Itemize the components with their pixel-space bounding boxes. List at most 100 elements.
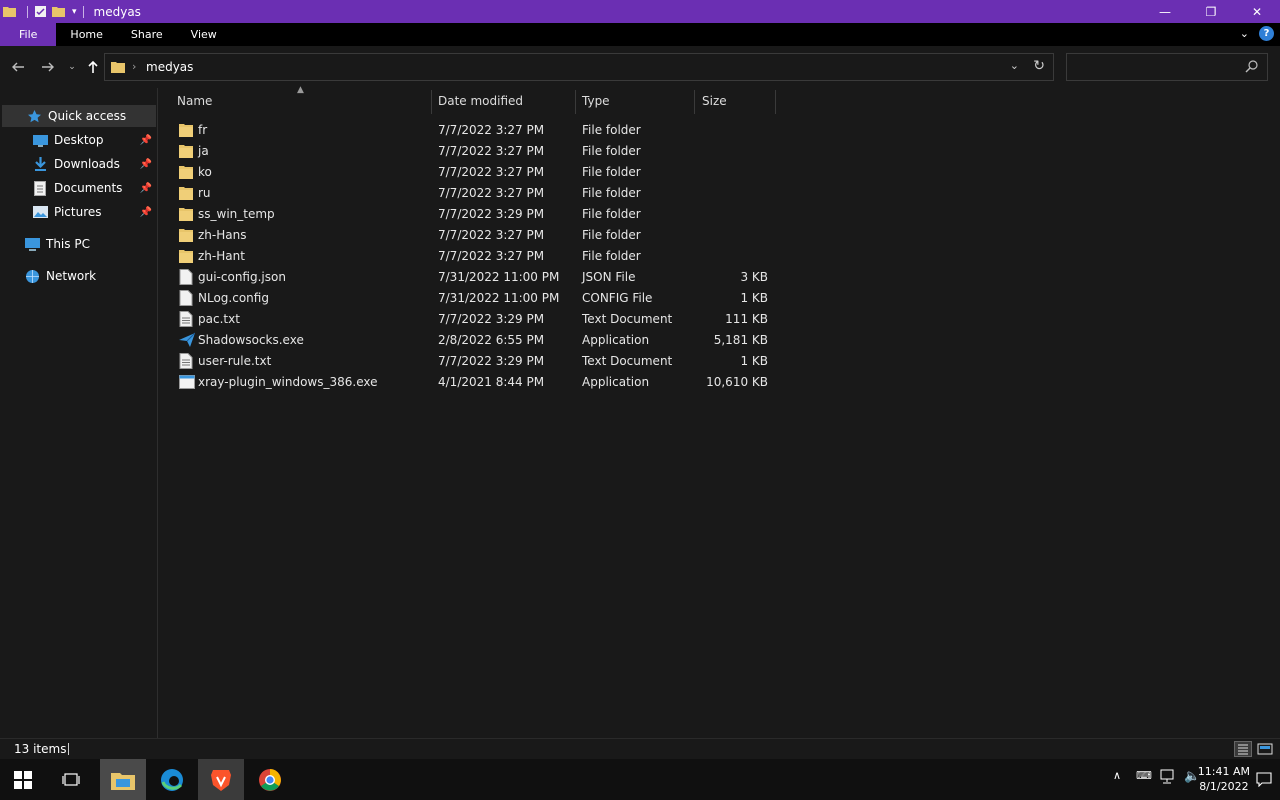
folder-icon (179, 185, 193, 201)
file-row[interactable]: gui-config.json 7/31/2022 11:00 PM JSON Fi… (171, 267, 771, 288)
file-row[interactable]: Shadowsocks.exe 2/8/2022 6:55 PM Applicati… (171, 330, 771, 351)
edge-icon (161, 768, 183, 791)
minimize-button[interactable]: — (1142, 0, 1188, 23)
file-row[interactable]: ja 7/7/2022 3:27 PM File folder (171, 141, 771, 162)
column-header-name[interactable]: Name (177, 88, 212, 114)
taskbar-file-explorer[interactable] (100, 759, 146, 800)
file-row[interactable]: ss_win_temp 7/7/2022 3:29 PM File folder (171, 204, 771, 225)
sidebar-item-desktop[interactable]: Desktop 📌 (2, 129, 156, 151)
expand-ribbon-icon[interactable]: ⌄ (1240, 27, 1249, 40)
notification-center-icon[interactable] (1256, 771, 1272, 787)
new-folder-icon[interactable] (52, 5, 65, 18)
details-view-button[interactable] (1234, 741, 1252, 757)
chevron-down-icon: ⌄ (68, 62, 76, 72)
sidebar-item-documents[interactable]: Documents 📌 (2, 177, 156, 199)
sidebar-item-label: Network (46, 269, 97, 283)
file-size: 3 KB (740, 270, 768, 284)
file-type: CONFIG File (582, 291, 653, 305)
file-type: File folder (582, 207, 641, 221)
toolbar-separator (27, 5, 28, 18)
folder-icon (179, 143, 193, 159)
file-row[interactable]: zh-Hans 7/7/2022 3:27 PM File folder (171, 225, 771, 246)
file-name: ss_win_temp (198, 207, 275, 221)
window-title: medyas (93, 4, 141, 19)
file-row[interactable]: zh-Hant 7/7/2022 3:27 PM File folder (171, 246, 771, 267)
taskbar: ∧ ⌨ 🔈 11:41 AM 8/1/2022 (0, 759, 1280, 800)
file-row[interactable]: NLog.config 7/31/2022 11:00 PM CONFIG File… (171, 288, 771, 309)
column-divider[interactable] (775, 90, 776, 114)
back-button[interactable] (9, 58, 27, 76)
file-row[interactable]: user-rule.txt 7/7/2022 3:29 PM Text Docume… (171, 351, 771, 372)
sidebar-item-downloads[interactable]: Downloads 📌 (2, 153, 156, 175)
taskbar-brave[interactable] (198, 759, 244, 800)
refresh-icon[interactable]: ↻ (1033, 58, 1045, 74)
help-icon[interactable]: ? (1259, 26, 1274, 41)
network-status-icon[interactable] (1160, 769, 1178, 785)
show-hidden-icons-icon[interactable]: ∧ (1113, 769, 1121, 782)
sidebar-item-this-pc[interactable]: This PC (2, 233, 156, 255)
file-size: 5,181 KB (713, 333, 768, 347)
column-divider[interactable] (575, 90, 576, 114)
forward-button[interactable] (39, 58, 57, 76)
pictures-icon (32, 204, 48, 220)
sidebar-item-network[interactable]: Network (2, 265, 156, 287)
taskbar-chrome[interactable] (247, 759, 293, 800)
arrow-up-icon (88, 60, 98, 73)
file-row[interactable]: ru 7/7/2022 3:27 PM File folder (171, 183, 771, 204)
file-row[interactable]: pac.txt 7/7/2022 3:29 PM Text Document 111 … (171, 309, 771, 330)
file-row[interactable]: xray-plugin_windows_386.exe 4/1/2021 8:44… (171, 372, 771, 393)
large-icons-view-icon (1257, 743, 1273, 755)
file-date-modified: 7/7/2022 3:27 PM (438, 144, 545, 158)
column-divider[interactable] (431, 90, 432, 114)
breadcrumb-chevron-icon[interactable]: › (132, 60, 136, 73)
column-header-size[interactable]: Size (702, 88, 727, 114)
window-controls: — ❐ ✕ (1142, 0, 1280, 23)
pin-icon[interactable]: 📌 (140, 135, 152, 146)
pin-icon[interactable]: 📌 (140, 207, 152, 218)
file-row[interactable]: ko 7/7/2022 3:27 PM File folder (171, 162, 771, 183)
network-icon (24, 268, 40, 284)
large-icons-view-button[interactable] (1256, 741, 1274, 757)
pin-icon[interactable]: 📌 (140, 183, 152, 194)
file-list: ▲ Name Date modified Type Size fr 7/7/202… (159, 85, 1280, 738)
sidebar-item-quick-access[interactable]: Quick access (2, 105, 156, 127)
file-type: Text Document (582, 354, 673, 368)
address-bar[interactable]: › medyas ⌄ ↻ (104, 53, 1054, 81)
sidebar-item-label: Desktop (54, 133, 104, 147)
column-header-type[interactable]: Type (582, 88, 610, 114)
up-button[interactable] (84, 58, 102, 76)
pc-icon (24, 236, 40, 252)
recent-locations-button[interactable]: ⌄ (63, 58, 81, 76)
tab-home[interactable]: Home (56, 23, 116, 46)
task-view-button[interactable] (48, 759, 94, 800)
file-row[interactable]: fr 7/7/2022 3:27 PM File folder (171, 120, 771, 141)
sidebar-item-pictures[interactable]: Pictures 📌 (2, 201, 156, 223)
column-header-date-modified[interactable]: Date modified (438, 88, 523, 114)
column-divider[interactable] (694, 90, 695, 114)
customize-toolbar-icon[interactable]: ▾ (72, 7, 77, 17)
properties-icon[interactable] (34, 5, 47, 18)
tab-view[interactable]: View (177, 23, 231, 46)
arrow-right-icon (42, 62, 54, 72)
tab-share[interactable]: Share (117, 23, 177, 46)
file-date-modified: 7/7/2022 3:29 PM (438, 312, 545, 326)
folder-icon (179, 248, 193, 264)
folder-icon (179, 227, 193, 243)
system-clock[interactable]: 11:41 AM 8/1/2022 (1198, 764, 1250, 794)
pin-icon[interactable]: 📌 (140, 159, 152, 170)
input-method-icon[interactable]: ⌨ (1136, 769, 1152, 782)
file-name: user-rule.txt (198, 354, 272, 368)
start-button[interactable] (0, 759, 46, 800)
file-date-modified: 7/7/2022 3:29 PM (438, 207, 545, 221)
breadcrumb-medyas[interactable]: medyas (146, 60, 193, 74)
taskbar-edge[interactable] (149, 759, 195, 800)
close-button[interactable]: ✕ (1234, 0, 1280, 23)
paper-plane-icon (179, 332, 196, 348)
search-box[interactable] (1066, 53, 1268, 81)
maximize-button[interactable]: ❐ (1188, 0, 1234, 23)
tab-file[interactable]: File (0, 23, 57, 46)
folder-icon (179, 164, 193, 180)
address-dropdown-icon[interactable]: ⌄ (1010, 59, 1019, 72)
folder-icon (179, 206, 193, 222)
file-type: File folder (582, 144, 641, 158)
